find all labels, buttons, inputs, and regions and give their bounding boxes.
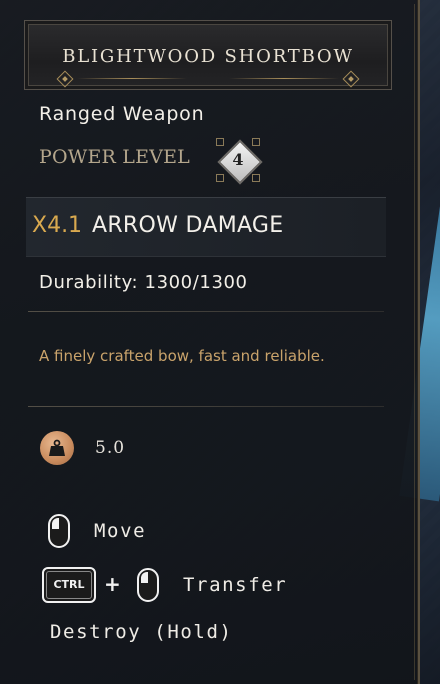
ornament-right-icon [342, 70, 360, 88]
mouse-left-click-icon [48, 514, 70, 548]
power-level-label: POWER LEVEL [39, 146, 190, 168]
damage-multiplier: X4.1 [32, 213, 83, 238]
destroy-hint: Destroy (Hold) [50, 621, 233, 643]
title-divider-left [77, 78, 187, 79]
plus-symbol: + [104, 572, 121, 596]
power-level-diamond-icon: 4 [216, 138, 263, 185]
durability-stat: Durability: 1300/1300 [39, 272, 248, 293]
weight-icon [40, 431, 74, 465]
ornament-left-icon [56, 70, 74, 88]
divider [28, 311, 384, 312]
badge-corner [252, 138, 260, 146]
item-title-plate: BLIGHTWOOD SHORTBOW [24, 20, 392, 90]
badge-corner [216, 138, 224, 146]
title-divider-right [229, 78, 339, 79]
damage-label: ARROW DAMAGE [92, 213, 284, 238]
transfer-hint: Transfer [183, 574, 288, 596]
divider [28, 406, 384, 407]
damage-stat-bar: X4.1 ARROW DAMAGE [26, 197, 386, 257]
ctrl-key-icon: CTRL [42, 567, 96, 603]
mouse-left-button [52, 518, 59, 529]
power-level-value: 4 [232, 150, 244, 169]
item-weight: 5.0 [95, 438, 126, 458]
item-description: A finely crafted bow, fast and reliable. [39, 347, 325, 365]
badge-corner [216, 174, 224, 182]
mouse-left-button [141, 572, 148, 583]
item-tooltip-panel: BLIGHTWOOD SHORTBOW Ranged Weapon POWER … [0, 0, 420, 684]
move-hint: Move [94, 520, 147, 542]
item-type: Ranged Weapon [39, 103, 205, 125]
mouse-left-click-icon [137, 568, 159, 602]
item-name: BLIGHTWOOD SHORTBOW [62, 46, 354, 67]
badge-corner [252, 174, 260, 182]
